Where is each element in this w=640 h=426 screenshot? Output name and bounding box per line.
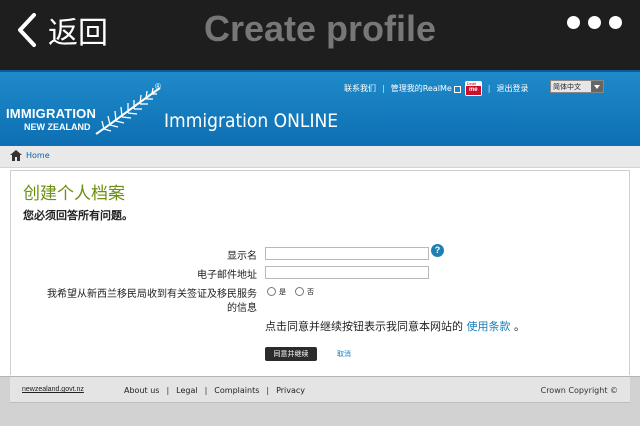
registered-mark: ® [155,82,161,91]
home-icon [10,150,22,161]
email-input[interactable] [265,266,429,279]
site-header: IMMIGRATION NEW ZEALAND ® Immigration ON… [0,70,640,146]
footer-separator: | [204,386,208,395]
complaints-link[interactable]: Complaints [214,386,259,395]
footer-links: About us | Legal | Complaints | Privacy [124,386,305,395]
header-links: 联系我们 | 管理我的RealMe Dealt me | 退出登录 [344,80,528,96]
contact-link[interactable]: 联系我们 [344,83,376,94]
help-icon[interactable]: ? [431,244,444,257]
cancel-button[interactable]: 取消 [337,349,351,359]
logout-link[interactable]: 退出登录 [496,83,528,94]
footer-separator: | [166,386,170,395]
required-note: 您必须回答所有问题。 [23,209,133,222]
app-nav-bar: 返回 Create profile [0,0,640,70]
more-dot [588,16,601,29]
more-options-icon[interactable] [567,16,622,29]
breadcrumb: Home [0,146,640,168]
footer-separator: | [266,386,270,395]
nav-title: Create profile [203,8,437,49]
manage-realme-link[interactable]: 管理我的RealMe [391,83,452,94]
consent-label-line2: 的信息 [227,303,257,314]
consent-yes-label: 是 [279,288,286,296]
realme-badge-main: me [465,85,481,95]
agree-continue-button[interactable]: 同意并继续 [265,347,317,361]
breadcrumb-home-link[interactable]: Home [26,151,50,160]
email-label: 电子邮件地址 [197,270,257,281]
chevron-down-icon [591,81,603,92]
legal-link[interactable]: Legal [176,386,197,395]
immigration-nz-logo[interactable]: IMMIGRATION NEW ZEALAND [6,86,166,140]
privacy-link[interactable]: Privacy [276,386,305,395]
terms-end: 。 [510,320,525,333]
site-title: Immigration ONLINE [164,110,339,132]
language-select[interactable]: 简体中文 [550,80,604,93]
display-name-input[interactable] [265,247,429,260]
consent-yes-radio[interactable] [267,287,276,296]
consent-no-label: 否 [307,288,314,296]
language-selected-value: 简体中文 [553,82,581,91]
create-profile-panel: 创建个人档案 您必须回答所有问题。 显示名 ? 电子邮件地址 我希望从新西兰移民… [10,170,630,375]
more-dot [609,16,622,29]
help-glyph: ? [434,245,441,255]
site-footer: newzealand.govt.nz About us | Legal | Co… [0,376,640,426]
more-dot [567,16,580,29]
silver-fern-icon [95,87,161,135]
copyright-text: Crown Copyright © [540,386,618,395]
link-separator: | [487,83,491,93]
terms-statement: 点击同意并继续按钮表示我同意本网站的 使用条款 。 [265,318,525,334]
about-us-link[interactable]: About us [124,386,159,395]
terms-text: 点击同意并继续按钮表示我同意本网站的 [265,320,467,333]
logo-text-new-zealand: NEW ZEALAND [24,122,91,132]
footer-bar: newzealand.govt.nz About us | Legal | Co… [10,377,630,403]
external-link-icon [453,85,461,93]
link-separator: | [382,83,385,93]
logo-text-immigration: IMMIGRATION [6,106,97,121]
consent-no-radio[interactable] [295,287,304,296]
govt-nz-logo[interactable]: newzealand.govt.nz [22,386,84,393]
consent-label-line1: 我希望从新西兰移民局收到有关签证及移民服务 [47,289,257,300]
terms-of-use-link[interactable]: 使用条款 [467,320,511,333]
display-name-label: 显示名 [227,251,257,262]
realme-logo-icon: Dealt me [464,80,482,96]
page-title: 创建个人档案 [23,184,125,204]
